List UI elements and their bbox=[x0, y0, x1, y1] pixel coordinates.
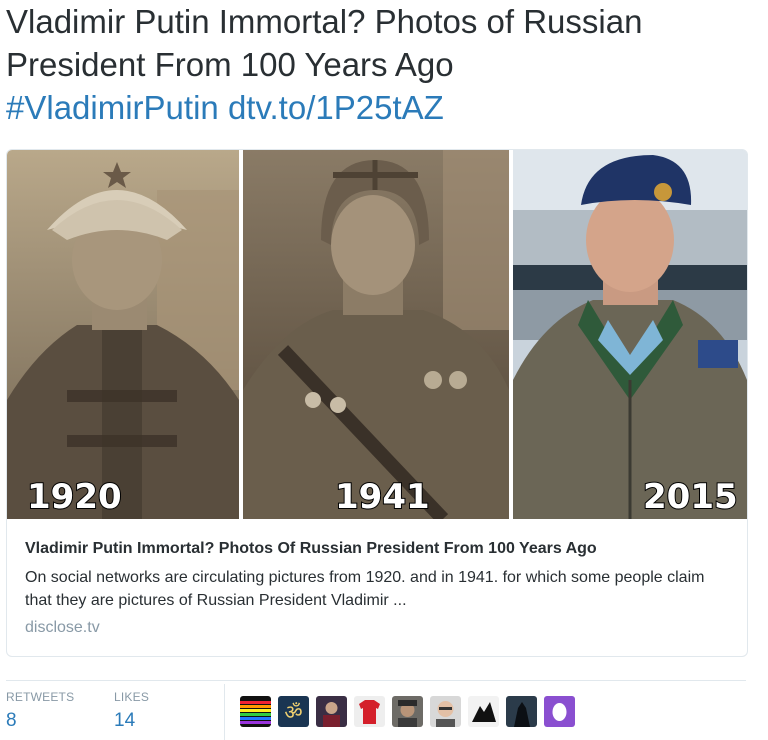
link-preview-card[interactable]: 1920 1941 2015 Vladimir Putin Immortal? … bbox=[6, 149, 748, 657]
card-domain: disclose.tv bbox=[25, 619, 100, 636]
short-url-link[interactable]: dtv.to/1P25tAZ bbox=[228, 89, 444, 126]
tweet-text-line-2: President From 100 Years Ago bbox=[6, 46, 454, 83]
card-body: Vladimir Putin Immortal? Photos Of Russi… bbox=[25, 538, 735, 637]
card-description: On social networks are circulating pictu… bbox=[25, 569, 705, 609]
hashtag-link[interactable]: #VladimirPutin bbox=[6, 89, 219, 126]
avatar-person-hat[interactable] bbox=[392, 696, 423, 727]
avatar-om-symbol[interactable]: ॐ bbox=[278, 696, 309, 727]
retweets-label: RETWEETS bbox=[6, 690, 75, 704]
stats-separator bbox=[224, 684, 225, 740]
likes-stat[interactable]: LIKES 14 bbox=[114, 690, 149, 732]
stats-divider bbox=[6, 680, 746, 681]
year-label-1941: 1941 bbox=[335, 477, 430, 517]
avatar-silhouette[interactable] bbox=[468, 696, 499, 727]
svg-text:ॐ: ॐ bbox=[284, 700, 302, 724]
retweets-stat[interactable]: RETWEETS 8 bbox=[6, 690, 74, 732]
tweet-text: Vladimir Putin Immortal? Photos of Russi… bbox=[6, 0, 762, 129]
card-image[interactable]: 1920 1941 2015 bbox=[7, 150, 747, 519]
photo-1920: 1920 bbox=[7, 150, 239, 519]
avatar-red-shirt[interactable] bbox=[354, 696, 385, 727]
photo-2015-image: 2015 bbox=[513, 150, 747, 519]
avatar-person-glasses[interactable] bbox=[430, 696, 461, 727]
avatar-dark-figure[interactable] bbox=[506, 696, 537, 727]
card-title[interactable]: Vladimir Putin Immortal? Photos Of Russi… bbox=[25, 538, 735, 560]
likes-label: LIKES bbox=[114, 690, 150, 704]
tweet-text-line-1: Vladimir Putin Immortal? Photos of Russi… bbox=[6, 3, 643, 40]
photo-1941-image: 1941 bbox=[243, 150, 509, 519]
year-label-2015: 2015 bbox=[643, 477, 738, 517]
avatar-person-dark[interactable] bbox=[316, 696, 347, 727]
photo-2015: 2015 bbox=[513, 150, 747, 519]
photo-1941: 1941 bbox=[243, 150, 509, 519]
retweets-count[interactable]: 8 bbox=[6, 710, 74, 732]
likes-count[interactable]: 14 bbox=[114, 710, 149, 732]
year-label-1920: 1920 bbox=[27, 477, 122, 517]
avatar-purple-egg[interactable] bbox=[544, 696, 575, 727]
avatar-rainbow[interactable] bbox=[240, 696, 271, 727]
photo-1920-image: 1920 bbox=[7, 150, 239, 519]
